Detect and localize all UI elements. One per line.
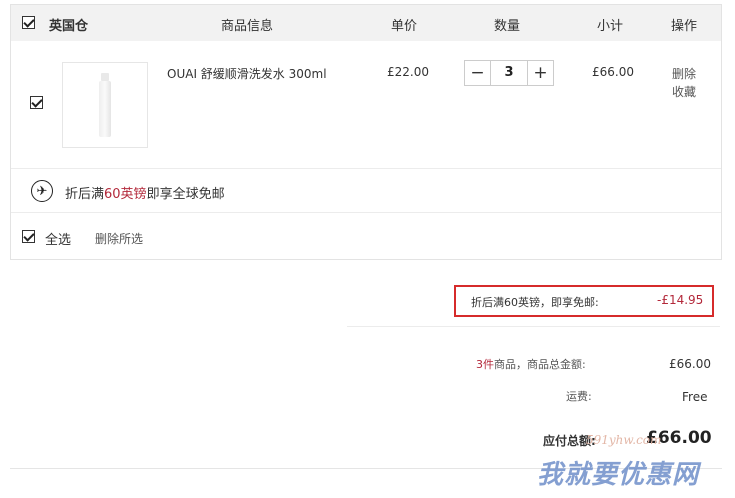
favorite-link[interactable]: 收藏 (672, 83, 696, 100)
cart-item-row: OUAI 舒缓顺滑洗发水 300ml £22.00 − 3 + £66.00 删… (11, 41, 721, 169)
col-subtotal: 小计 (597, 19, 624, 34)
item-subtotal: £66.00 (592, 65, 634, 79)
delete-link[interactable]: 删除 (672, 65, 696, 82)
airplane-icon: ✈ (31, 180, 53, 202)
cart-header: 英国仓 商品信息 单价 数量 小计 操作 (11, 5, 721, 41)
quantity-increase-button[interactable]: + (527, 61, 553, 85)
cart-table: 英国仓 商品信息 单价 数量 小计 操作 OUAI 舒缓顺滑洗发水 300ml … (10, 4, 722, 260)
divider (347, 326, 720, 327)
item-count: 3件 (476, 358, 494, 371)
col-unit-price: 单价 (391, 19, 418, 34)
col-quantity: 数量 (494, 19, 521, 34)
unit-price: £22.00 (387, 65, 429, 79)
product-name-link[interactable]: OUAI 舒缓顺滑洗发水 300ml (167, 65, 327, 82)
select-all-label[interactable]: 全选 (45, 229, 71, 248)
quantity-decrease-button[interactable]: − (465, 61, 491, 85)
shipping-fee-value: Free (682, 390, 708, 404)
col-operation: 操作 (671, 19, 698, 34)
watermark-logo: 我就要优惠网 (537, 460, 700, 490)
col-product-info: 商品信息 (221, 19, 274, 34)
cart-footer: 全选 删除所选 (11, 213, 721, 259)
shipping-threshold: 60英镑 (104, 187, 147, 202)
warehouse-label: 英国仓 (49, 19, 89, 34)
warehouse-checkbox[interactable] (22, 16, 35, 29)
shipping-fee-label: 运费: (566, 390, 592, 403)
bottle-image (99, 73, 111, 137)
shipping-notice-text: 折后满60英镑即享全球免邮 (65, 187, 225, 202)
product-thumbnail[interactable] (62, 62, 148, 148)
goods-total-label: 3件商品，商品总金额: (476, 358, 586, 371)
free-shipping-notice: ✈ 折后满60英镑即享全球免邮 (11, 169, 721, 213)
quantity-stepper: − 3 + (464, 60, 554, 86)
promo-label: 折后满60英镑，即享免邮: (471, 296, 599, 309)
goods-total-value: £66.00 (669, 357, 711, 371)
delete-selected-link[interactable]: 删除所选 (95, 230, 143, 247)
quantity-input[interactable]: 3 (491, 61, 527, 85)
promo-value: -£14.95 (657, 293, 704, 307)
promo-discount-box: 折后满60英镑，即享免邮: -£14.95 (454, 285, 714, 317)
select-all-checkbox[interactable] (22, 230, 35, 243)
watermark-url: 591yhw.com (586, 433, 662, 447)
item-checkbox[interactable] (30, 96, 43, 109)
